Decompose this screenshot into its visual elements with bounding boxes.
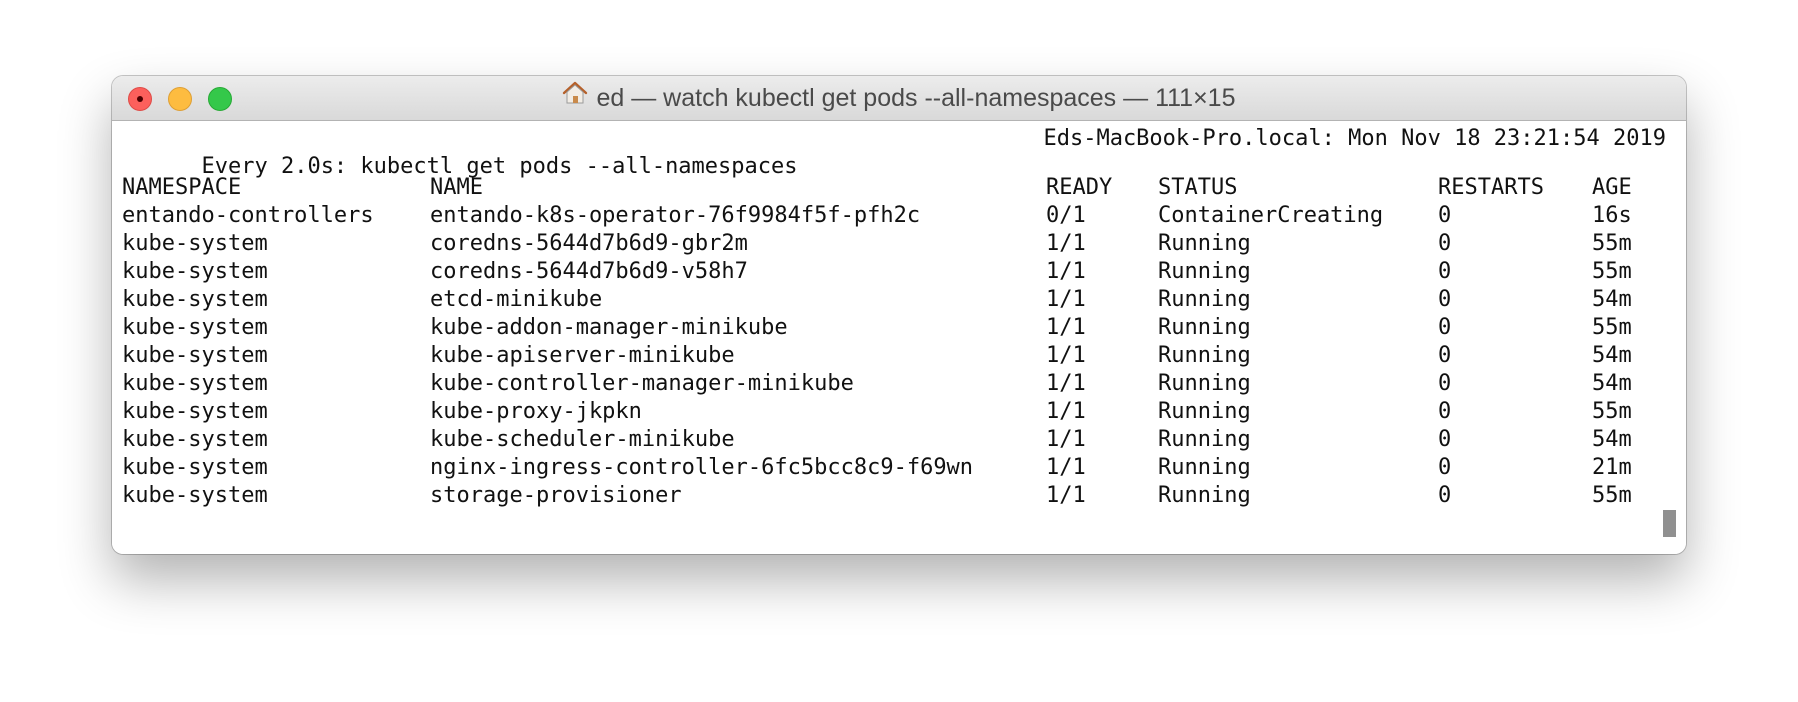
- cell-age: 54m: [1592, 343, 1632, 368]
- cell-ready: 1/1: [1046, 231, 1086, 256]
- host-timestamp: Eds-MacBook-Pro.local: Mon Nov 18 23:21:…: [1043, 126, 1666, 151]
- table-row: kube-system kube-apiserver-minikube 1/1 Run…: [122, 342, 1662, 370]
- cell-status: Running: [1158, 315, 1251, 340]
- cell-age: 54m: [1592, 371, 1632, 396]
- cell-namespace: kube-system: [122, 399, 268, 424]
- table-row: kube-system kube-controller-manager-minik…: [122, 370, 1662, 398]
- cell-namespace: kube-system: [122, 483, 268, 508]
- cell-status: ContainerCreating: [1158, 203, 1384, 228]
- cell-namespace: kube-system: [122, 287, 268, 312]
- cell-restarts: 0: [1438, 259, 1452, 284]
- cell-namespace: kube-system: [122, 259, 268, 284]
- cell-ready: 1/1: [1046, 483, 1086, 508]
- cell-name: kube-apiserver-minikube: [430, 343, 735, 368]
- cell-namespace: kube-system: [122, 315, 268, 340]
- cell-age: 55m: [1592, 399, 1632, 424]
- column-header: STATUS: [1158, 175, 1238, 200]
- column-header: READY: [1046, 175, 1113, 200]
- cell-status: Running: [1158, 287, 1251, 312]
- cell-status: Running: [1158, 259, 1251, 284]
- cell-status: Running: [1158, 343, 1251, 368]
- cell-name: entando-k8s-operator-76f9984f5f-pfh2c: [430, 203, 921, 228]
- table-row: kube-system kube-scheduler-minikube 1/1 Run…: [122, 426, 1662, 454]
- cell-age: 55m: [1592, 231, 1632, 256]
- cell-restarts: 0: [1438, 315, 1452, 340]
- cell-age: 54m: [1592, 427, 1632, 452]
- table-row: entando-controllers entando-k8s-operator-…: [122, 202, 1662, 230]
- column-header: NAME: [430, 175, 483, 200]
- cell-namespace: kube-system: [122, 231, 268, 256]
- terminal-cursor: [1663, 510, 1676, 537]
- cell-namespace: entando-controllers: [122, 203, 374, 228]
- cell-status: Running: [1158, 399, 1251, 424]
- cell-name: coredns-5644d7b6d9-v58h7: [430, 259, 748, 284]
- cell-restarts: 0: [1438, 287, 1452, 312]
- cell-restarts: 0: [1438, 343, 1452, 368]
- cell-name: etcd-minikube: [430, 287, 603, 312]
- cell-namespace: kube-system: [122, 455, 268, 480]
- title-bar[interactable]: ed — watch kubectl get pods --all-namesp…: [112, 76, 1686, 121]
- table-row: kube-system etcd-minikube 1/1 Running 0 54m: [122, 286, 1662, 314]
- cell-ready: 1/1: [1046, 427, 1086, 452]
- cell-namespace: kube-system: [122, 343, 268, 368]
- cell-status: Running: [1158, 231, 1251, 256]
- terminal-window: ed — watch kubectl get pods --all-namesp…: [112, 76, 1686, 554]
- table-row: kube-system storage-provisioner 1/1 Running…: [122, 482, 1662, 510]
- column-header: NAMESPACE: [122, 175, 242, 200]
- cell-age: 55m: [1592, 315, 1632, 340]
- cell-age: 21m: [1592, 455, 1632, 480]
- cell-ready: 1/1: [1046, 287, 1086, 312]
- cell-age: 54m: [1592, 287, 1632, 312]
- cell-name: kube-proxy-jkpkn: [430, 399, 642, 424]
- window-title: ed — watch kubectl get pods --all-namesp…: [112, 76, 1686, 120]
- cell-status: Running: [1158, 483, 1251, 508]
- cell-ready: 1/1: [1046, 399, 1086, 424]
- cell-name: storage-provisioner: [430, 483, 682, 508]
- cell-ready: 0/1: [1046, 203, 1086, 228]
- cell-age: 55m: [1592, 259, 1632, 284]
- cell-status: Running: [1158, 427, 1251, 452]
- watch-header: Every 2.0s: kubectl get pods --all-names…: [122, 125, 1676, 179]
- home-icon: [562, 76, 588, 119]
- cell-namespace: kube-system: [122, 371, 268, 396]
- column-header: RESTARTS: [1438, 175, 1544, 200]
- table-row: kube-system kube-proxy-jkpkn 1/1 Running 0 55…: [122, 398, 1662, 426]
- cell-name: nginx-ingress-controller-6fc5bcc8c9-f69w…: [430, 455, 974, 480]
- cell-name: kube-controller-manager-minikube: [430, 371, 854, 396]
- cell-ready: 1/1: [1046, 455, 1086, 480]
- cell-status: Running: [1158, 371, 1251, 396]
- cell-restarts: 0: [1438, 203, 1452, 228]
- terminal-content[interactable]: Every 2.0s: kubectl get pods --all-names…: [112, 121, 1686, 554]
- table-row: kube-system coredns-5644d7b6d9-gbr2m 1/1 Ru…: [122, 230, 1662, 258]
- cell-age: 16s: [1592, 203, 1632, 228]
- window-title-text: ed — watch kubectl get pods --all-namesp…: [596, 84, 1236, 112]
- table-row: kube-system coredns-5644d7b6d9-v58h7 1/1 Ru…: [122, 258, 1662, 286]
- cell-restarts: 0: [1438, 483, 1452, 508]
- cell-age: 55m: [1592, 483, 1632, 508]
- cell-ready: 1/1: [1046, 371, 1086, 396]
- cell-namespace: kube-system: [122, 427, 268, 452]
- cell-restarts: 0: [1438, 371, 1452, 396]
- cell-restarts: 0: [1438, 399, 1452, 424]
- table-row: kube-system kube-addon-manager-minikube 1/…: [122, 314, 1662, 342]
- cell-ready: 1/1: [1046, 315, 1086, 340]
- cell-name: kube-scheduler-minikube: [430, 427, 735, 452]
- cell-restarts: 0: [1438, 427, 1452, 452]
- cell-restarts: 0: [1438, 455, 1452, 480]
- column-header: AGE: [1592, 175, 1632, 200]
- cell-ready: 1/1: [1046, 259, 1086, 284]
- cell-name: coredns-5644d7b6d9-gbr2m: [430, 231, 748, 256]
- cell-name: kube-addon-manager-minikube: [430, 315, 788, 340]
- table-header: NAMESPACE NAME READY STATUS RESTARTS AGE: [122, 174, 1662, 202]
- cell-ready: 1/1: [1046, 343, 1086, 368]
- table-row: kube-system nginx-ingress-controller-6fc5…: [122, 454, 1662, 482]
- cell-status: Running: [1158, 455, 1251, 480]
- cell-restarts: 0: [1438, 231, 1452, 256]
